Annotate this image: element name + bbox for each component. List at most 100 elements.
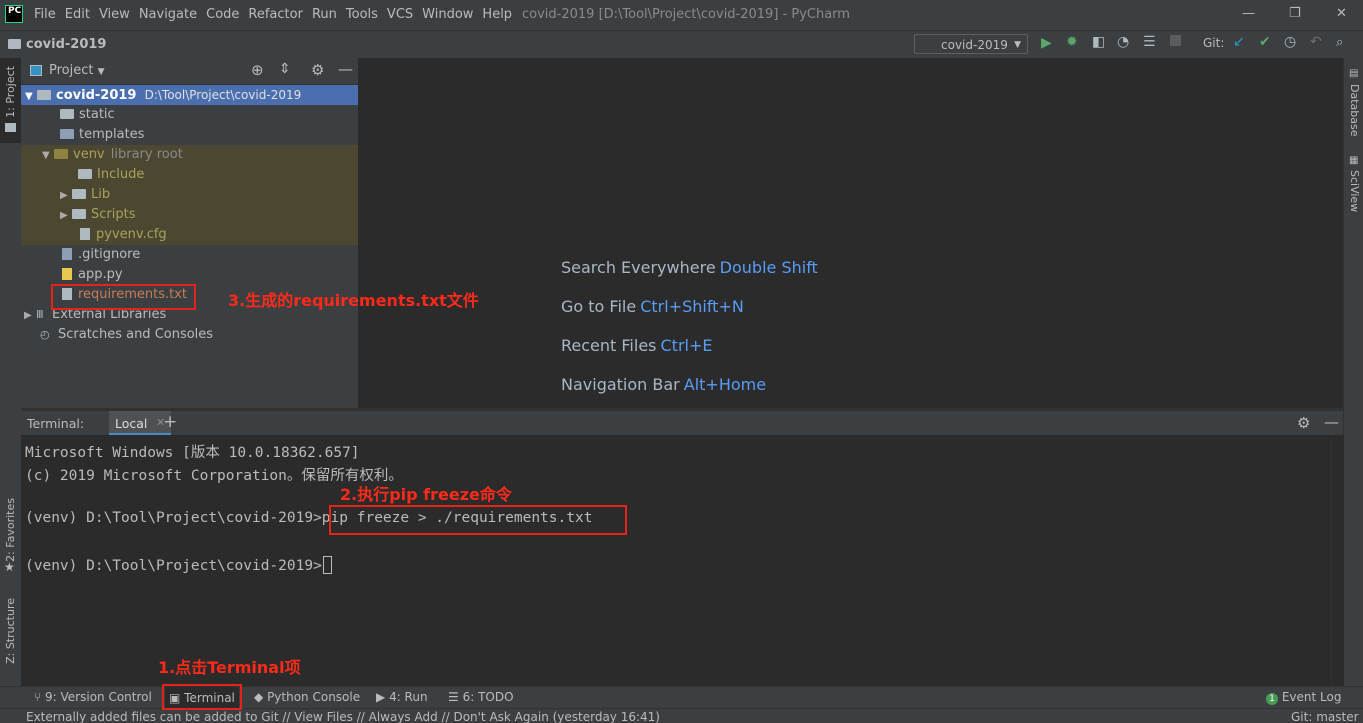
menu-navigate[interactable]: Navigate [139, 7, 197, 22]
commit-icon[interactable]: ✔ [1259, 34, 1271, 50]
hint-recent-files: Recent Files Ctrl+E [561, 336, 712, 355]
project-panel-header: Project ▼ ⊕ ⇕ ⚙ — [21, 58, 358, 85]
project-header-label: Project [49, 63, 94, 78]
tree-item-scripts[interactable]: ▶ Scripts [21, 205, 358, 225]
window-title: covid-2019 [D:\Tool\Project\covid-2019] … [522, 7, 850, 22]
collapse-all-icon[interactable]: ⇕ [279, 61, 291, 77]
run-configuration-select[interactable]: covid-2019 ▼ [914, 34, 1028, 54]
pycharm-logo-icon: PC [5, 5, 23, 23]
run-tool[interactable]: ▶ 4: Run [376, 690, 428, 704]
python-console-tool[interactable]: ◆ Python Console [254, 690, 360, 704]
hint-label: Recent Files [561, 336, 657, 355]
tree-item-label: Scripts [91, 207, 136, 222]
menu-window[interactable]: Window [422, 7, 473, 22]
menu-run[interactable]: Run [312, 7, 337, 22]
tree-item-scratches[interactable]: ◴ Scratches and Consoles [21, 325, 358, 345]
locate-icon[interactable]: ⊕ [251, 61, 264, 79]
new-tab-icon[interactable]: + [163, 412, 177, 432]
hint-shortcut: Ctrl+E [660, 336, 713, 355]
gear-icon[interactable]: ⚙ [1297, 414, 1310, 432]
menu-edit[interactable]: Edit [65, 7, 90, 22]
hide-panel-icon[interactable]: — [1324, 413, 1339, 431]
rollback-icon[interactable]: ↶ [1310, 34, 1322, 50]
project-panel: Project ▼ ⊕ ⇕ ⚙ — ▼ covid-2019 D:\Tool\Pr… [21, 58, 358, 408]
tree-item-static[interactable]: static [21, 105, 358, 125]
tool-label: 4: Run [389, 690, 428, 704]
run-config-label: covid-2019 [941, 38, 1008, 52]
run-icon[interactable]: ▶ [1041, 35, 1052, 51]
tree-item-label: Lib [91, 187, 111, 202]
hint-search-everywhere: Search Everywhere Double Shift [561, 258, 818, 277]
breadcrumb-project: covid-2019 [26, 37, 107, 52]
annotation-3: 3.生成的requirements.txt文件 [228, 291, 479, 310]
event-log-icon: 1 [1266, 693, 1278, 705]
tool-label: 9: Version Control [45, 690, 152, 704]
hide-panel-icon[interactable]: — [338, 60, 353, 78]
tree-item-label: static [79, 107, 115, 122]
stop-icon[interactable] [1170, 35, 1181, 46]
update-project-icon[interactable]: ↙ [1233, 34, 1245, 50]
terminal-output[interactable]: Microsoft Windows [版本 10.0.18362.657] (c… [21, 435, 1331, 686]
git-branch-status[interactable]: Git: master [1291, 710, 1359, 723]
tree-item-pyvenv[interactable]: pyvenv.cfg [21, 225, 358, 245]
version-control-tool[interactable]: ⑂ 9: Version Control [34, 690, 152, 704]
tree-item-label: pyvenv.cfg [96, 227, 167, 242]
minimize-icon[interactable]: — [1242, 6, 1255, 21]
chevron-right-icon: ▶ [60, 190, 68, 201]
menu-help[interactable]: Help [482, 7, 512, 22]
todo-tool[interactable]: ☰ 6: TODO [448, 690, 514, 704]
git-label: Git: [1203, 36, 1225, 50]
project-view-select[interactable]: Project ▼ [49, 63, 105, 78]
menu-file[interactable]: File [34, 7, 56, 22]
python-icon: ◆ [254, 690, 264, 704]
tree-item-templates[interactable]: templates [21, 125, 358, 145]
sciview-tool-label[interactable]: SciView [1348, 170, 1361, 212]
hint-label: Search Everywhere [561, 258, 716, 277]
tree-item-venv[interactable]: ▼ venv library root [21, 145, 358, 165]
concurrency-icon[interactable]: ☰ [1143, 34, 1156, 50]
search-icon[interactable]: ⌕ [1336, 35, 1343, 50]
tree-item-lib[interactable]: ▶ Lib [21, 185, 358, 205]
tree-item-gitignore[interactable]: .gitignore [21, 245, 358, 265]
menu-refactor[interactable]: Refactor [248, 7, 303, 22]
hint-shortcut: Alt+Home [683, 375, 767, 394]
tree-item-include[interactable]: Include [21, 165, 358, 185]
close-icon[interactable]: ✕ [1336, 6, 1347, 21]
terminal-tab-local[interactable]: Local ✕ [109, 411, 171, 436]
library-icon: Ⅲ [36, 308, 44, 321]
tool-label: Python Console [267, 690, 361, 704]
menu-tools[interactable]: Tools [346, 7, 378, 22]
coverage-icon[interactable]: ◧ [1092, 34, 1105, 50]
folder-icon [72, 189, 86, 199]
project-tool-label[interactable]: 1: Project [4, 66, 17, 118]
annotation-2: 2.执行pip freeze命令 [340, 485, 512, 504]
todo-icon: ☰ [448, 690, 459, 704]
terminal-prompt[interactable]: (venv) D:\Tool\Project\covid-2019> [25, 556, 332, 574]
hint-shortcut: Double Shift [719, 258, 818, 277]
profile-icon[interactable]: ◔ [1117, 34, 1129, 50]
editor-area[interactable] [358, 58, 1343, 408]
event-log-tool[interactable]: 1 Event Log [1266, 690, 1341, 705]
scratches-icon: ◴ [40, 328, 50, 341]
tree-item-label: covid-2019 [56, 88, 137, 103]
structure-tool-label[interactable]: Z: Structure [4, 598, 17, 664]
history-icon[interactable]: ◷ [1284, 34, 1296, 50]
debug-icon[interactable]: ✹ [1066, 34, 1078, 50]
menu-view[interactable]: View [99, 7, 130, 22]
chevron-right-icon: ▶ [24, 310, 32, 321]
gear-icon[interactable]: ⚙ [311, 61, 324, 79]
favorites-tool-label[interactable]: 2: Favorites [4, 498, 17, 562]
annotation-box-command [329, 505, 627, 535]
menu-code[interactable]: Code [206, 7, 239, 22]
menu-vcs[interactable]: VCS [387, 7, 413, 22]
database-tool-label[interactable]: Database [1348, 84, 1361, 137]
tree-item-project-root[interactable]: ▼ covid-2019 D:\Tool\Project\covid-2019 [21, 85, 358, 105]
restore-icon[interactable]: ❐ [1289, 6, 1301, 21]
terminal-scrollbar[interactable] [1331, 435, 1344, 686]
status-message[interactable]: Externally added files can be added to G… [26, 710, 660, 723]
breadcrumb[interactable]: covid-2019 [8, 37, 106, 52]
terminal-label: Terminal: [27, 416, 85, 431]
tree-item-app-py[interactable]: app.py [21, 265, 358, 285]
left-tool-strip: 1: Project 2: Favorites ★ Z: Structure [0, 58, 22, 686]
right-tool-strip: ▤ Database ▦ SciView [1343, 58, 1363, 686]
